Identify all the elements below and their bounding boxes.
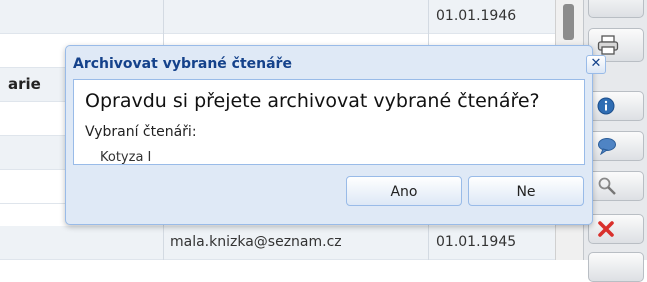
- scrollbar-thumb[interactable]: [563, 4, 574, 40]
- birth-date-cell: 01.01.1945: [436, 234, 517, 250]
- info-icon: [597, 97, 615, 115]
- dialog-title: Archivovat vybrané čtenáře: [73, 56, 292, 72]
- search-icon: [598, 177, 616, 195]
- table-row[interactable]: mala.knizka@seznam.cz 01.01.1945: [0, 226, 583, 260]
- table-row[interactable]: 01.01.1946: [0, 0, 583, 34]
- comment-button[interactable]: [588, 131, 644, 161]
- close-icon[interactable]: ✕: [586, 55, 606, 74]
- archive-readers-dialog: Archivovat vybrané čtenáře ✕ Opravdu si …: [65, 45, 606, 225]
- yes-button[interactable]: Ano: [346, 176, 462, 206]
- delete-icon: [598, 221, 614, 237]
- redaction-patch: [164, 153, 224, 164]
- dialog-question: Opravdu si přejete archivovat vybrané čt…: [85, 90, 540, 112]
- search-button[interactable]: [588, 171, 644, 201]
- toolbar-button[interactable]: [588, 252, 644, 282]
- printer-icon: [597, 35, 619, 55]
- comment-icon: [598, 138, 616, 155]
- toolbar-button[interactable]: [588, 0, 644, 18]
- delete-button[interactable]: [588, 214, 644, 244]
- email-cell: mala.knizka@seznam.cz: [170, 234, 342, 250]
- dialog-message-box: Opravdu si přejete archivovat vybrané čt…: [73, 79, 585, 165]
- birth-date-cell: 01.01.1946: [436, 8, 517, 24]
- no-button[interactable]: Ne: [468, 176, 584, 206]
- row-header-label: arie: [8, 75, 41, 93]
- info-button[interactable]: [588, 91, 644, 121]
- selected-readers-label: Vybraní čtenáři:: [85, 124, 197, 140]
- selected-readers-value: Kotyza I: [100, 150, 152, 165]
